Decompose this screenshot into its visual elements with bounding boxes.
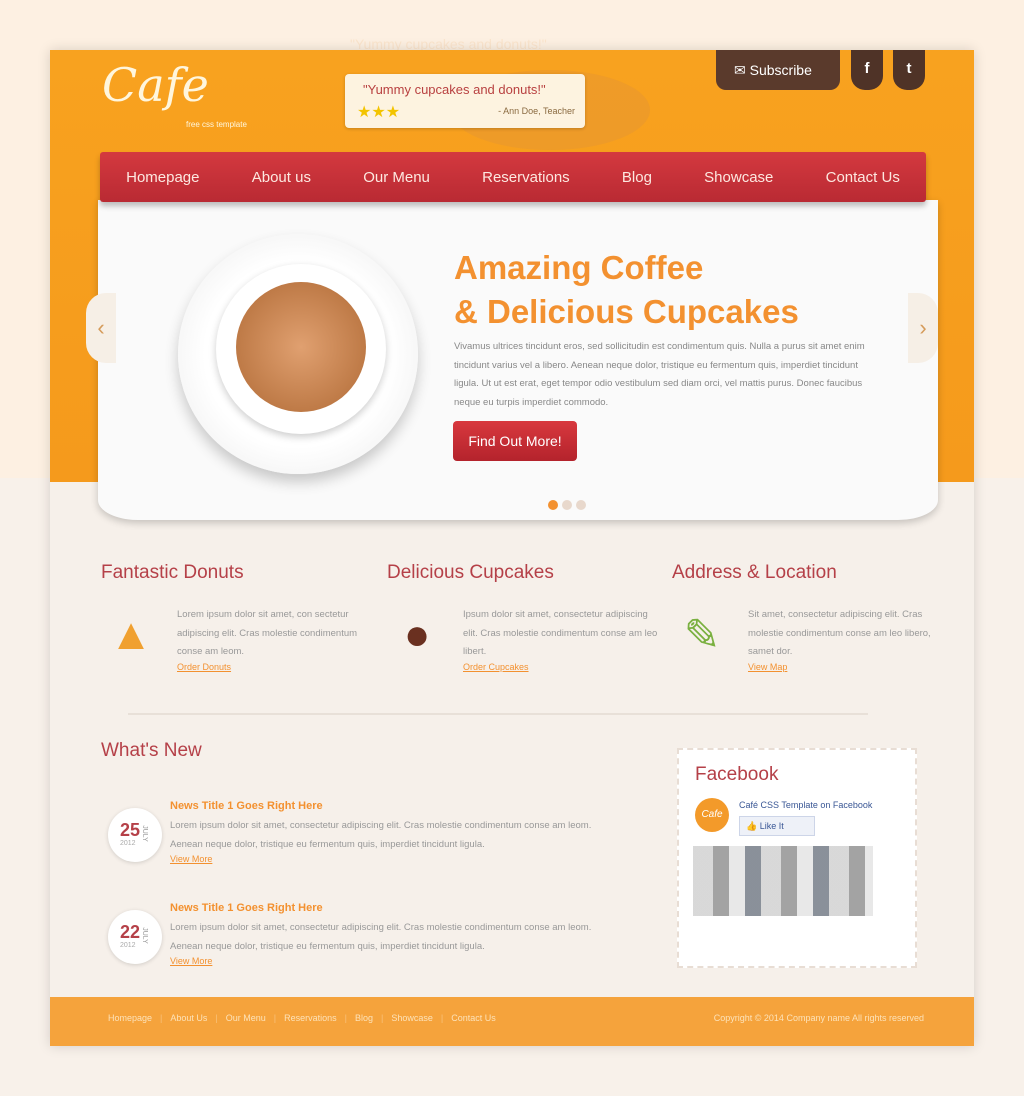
page: Cafe free css template "Yummy cupcakes an…: [50, 50, 974, 1046]
feature-location: Address & Location ✎ Sit amet, consectet…: [672, 562, 942, 672]
footer-link-blog[interactable]: Blog: [345, 1013, 373, 1023]
footer-links: Homepage About Us Our Menu Reservations …: [108, 1013, 496, 1023]
feature-title: Fantastic Donuts: [101, 562, 244, 583]
nav-showcase[interactable]: Showcase: [704, 169, 773, 186]
news-day: 22: [120, 922, 141, 942]
nav-reservations[interactable]: Reservations: [482, 169, 570, 186]
feature-title: Delicious Cupcakes: [387, 562, 554, 583]
feature-text: Lorem ipsum dolor sit amet, con sectetur…: [177, 609, 358, 657]
hero-title-line2: & Delicious Cupcakes: [454, 293, 799, 330]
facebook-widget: Facebook Cafe Café CSS Template on Faceb…: [677, 748, 917, 968]
hero-title-line1: Amazing Coffee: [454, 249, 704, 286]
news-text: Lorem ipsum dolor sit amet, consectetur …: [170, 820, 592, 850]
nav-homepage[interactable]: Homepage: [126, 169, 199, 186]
like-button[interactable]: 👍 Like It: [739, 816, 815, 836]
subscribe-label: Subscribe: [749, 62, 812, 78]
main-nav: Homepage About us Our Menu Reservations …: [100, 152, 926, 202]
slider-pagination: [548, 500, 586, 510]
news-text: Lorem ipsum dolor sit amet, consectetur …: [170, 922, 592, 952]
hero-slider: Amazing Coffee & Delicious Cupcakes Vivam…: [98, 200, 938, 520]
fans-thumbnails: [693, 846, 873, 916]
nav-about-us[interactable]: About us: [252, 169, 311, 186]
footer-link-reservations[interactable]: Reservations: [274, 1013, 337, 1023]
cone-icon: ▲: [109, 610, 153, 659]
footer-link-about[interactable]: About Us: [160, 1013, 207, 1023]
news-day: 25: [120, 820, 141, 840]
footer-link-showcase[interactable]: Showcase: [381, 1013, 433, 1023]
footer: Homepage About Us Our Menu Reservations …: [50, 997, 974, 1046]
news-month: JULY: [140, 927, 148, 944]
news-date: 22 JULY 2012: [108, 910, 162, 964]
slider-next-arrow-icon[interactable]: ›: [908, 293, 938, 363]
subscribe-button[interactable]: ✉ Subscribe: [716, 50, 840, 90]
facebook-icon[interactable]: f: [851, 50, 883, 90]
news-year: 2012: [120, 840, 136, 847]
divider: [128, 713, 868, 715]
testimonial-author: - Ann Doe, Teacher: [498, 106, 575, 116]
order-donuts-link[interactable]: Order Donuts: [177, 662, 231, 672]
star-rating-icon: ★★★: [357, 104, 401, 121]
view-map-link[interactable]: View Map: [748, 662, 787, 672]
hero-text: Vivamus ultrices tincidunt eros, sed sol…: [454, 341, 865, 408]
slide-dot[interactable]: [562, 500, 572, 510]
whats-new-title: What's New: [101, 740, 202, 761]
feature-text: Sit amet, consectetur adipiscing elit. C…: [748, 609, 931, 657]
testimonial: "Yummy cupcakes and donuts!" ★★★ - Ann D…: [345, 74, 585, 128]
feature-title: Address & Location: [672, 562, 837, 583]
find-out-more-button[interactable]: Find Out More!: [453, 421, 577, 461]
testimonial-quote: "Yummy cupcakes and donuts!": [363, 82, 546, 97]
news-year: 2012: [120, 942, 136, 949]
footer-link-contact[interactable]: Contact Us: [441, 1013, 496, 1023]
view-more-link[interactable]: View More: [170, 956, 212, 966]
twitter-icon[interactable]: t: [893, 50, 925, 90]
like-label: Like It: [759, 821, 784, 831]
nav-our-menu[interactable]: Our Menu: [363, 169, 430, 186]
logo-tagline: free css template: [186, 120, 247, 129]
copyright: Copyright © 2014 Company name All rights…: [713, 1013, 924, 1023]
cupcake-icon: ●: [403, 610, 431, 659]
footer-link-menu[interactable]: Our Menu: [215, 1013, 266, 1023]
logo[interactable]: Cafe free css template: [102, 58, 247, 129]
order-cupcakes-link[interactable]: Order Cupcakes: [463, 662, 529, 672]
feature-text: Ipsum dolor sit amet, consectetur adipis…: [463, 609, 658, 657]
news-month: JULY: [140, 825, 148, 842]
nav-contact-us[interactable]: Contact Us: [826, 169, 900, 186]
facebook-title: Facebook: [695, 764, 779, 785]
pencil-ruler-icon: ✎: [683, 611, 721, 660]
feature-cupcakes: Delicious Cupcakes ● Ipsum dolor sit ame…: [387, 562, 657, 672]
facebook-page-link[interactable]: Café CSS Template on Facebook: [739, 800, 872, 810]
feature-donuts: Fantastic Donuts ▲ Lorem ipsum dolor sit…: [101, 562, 371, 672]
header: Cafe free css template "Yummy cupcakes an…: [50, 50, 974, 520]
logo-text: Cafe: [102, 58, 209, 112]
nav-blog[interactable]: Blog: [622, 169, 652, 186]
facebook-avatar: Cafe: [695, 798, 729, 832]
footer-link-homepage[interactable]: Homepage: [108, 1013, 152, 1023]
slider-prev-arrow-icon[interactable]: ‹: [86, 293, 116, 363]
coffee-image: [236, 282, 366, 412]
view-more-link[interactable]: View More: [170, 854, 212, 864]
slide-dot[interactable]: [576, 500, 586, 510]
news-title[interactable]: News Title 1 Goes Right Here: [170, 800, 323, 812]
news-date: 25 JULY 2012: [108, 808, 162, 862]
slide-dot[interactable]: [548, 500, 558, 510]
news-title[interactable]: News Title 1 Goes Right Here: [170, 902, 323, 914]
hero-title: Amazing Coffee & Delicious Cupcakes: [454, 246, 799, 334]
